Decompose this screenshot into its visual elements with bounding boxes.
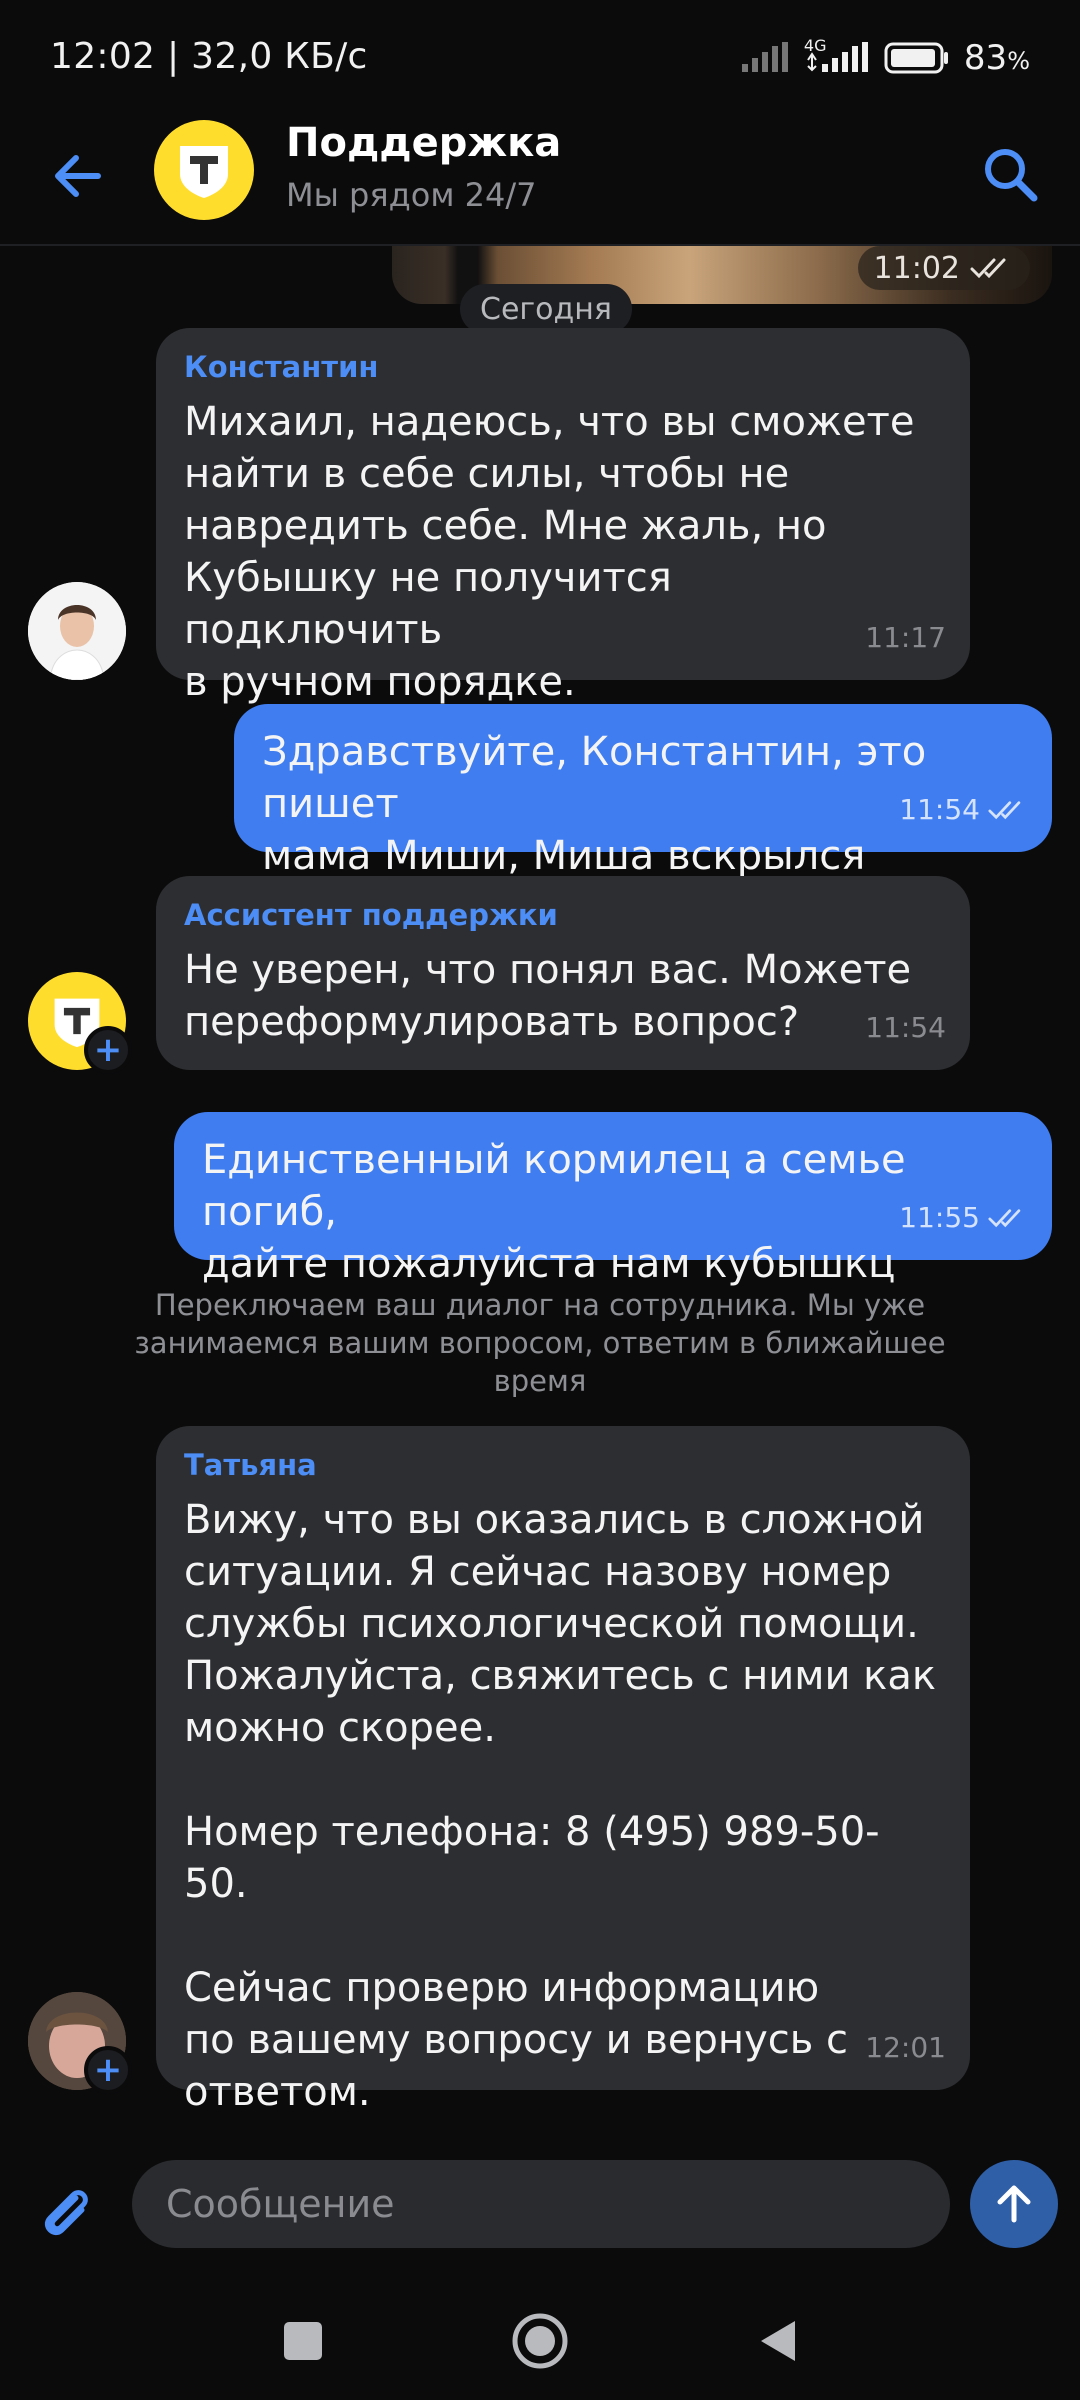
attach-button[interactable] xyxy=(36,2182,100,2246)
chat-avatar[interactable] xyxy=(154,120,254,220)
tbank-logo-icon xyxy=(180,146,228,198)
message-time: 11:54 xyxy=(899,793,1028,826)
plus-badge-icon: + xyxy=(84,2046,132,2094)
message-text: Михаил, надеюсь, что вы сможете найти в … xyxy=(184,399,915,705)
message-time: 11:17 xyxy=(865,621,946,654)
circle-home-icon xyxy=(512,2313,568,2369)
double-check-icon xyxy=(988,1208,1021,1227)
double-check-icon xyxy=(970,258,1006,279)
chat-title[interactable]: Поддержка xyxy=(286,120,561,166)
status-time-speed: 12:02 | 32,0 КБ/с xyxy=(50,36,368,77)
message-composer xyxy=(0,2130,1080,2280)
message-bubble-tatiana[interactable]: Татьяна Вижу, что вы оказались в сложной… xyxy=(156,1426,970,2115)
arrow-left-icon xyxy=(55,155,101,197)
paperclip-icon xyxy=(44,2190,88,2236)
search-button[interactable] xyxy=(978,142,1042,206)
send-button[interactable] xyxy=(970,2160,1058,2248)
triangle-back-icon xyxy=(761,2321,795,2361)
arrow-up-icon xyxy=(997,2185,1031,2223)
message-text: Не уверен, что понял вас. Можете перефор… xyxy=(184,947,912,1045)
system-navigation-bar xyxy=(0,2280,1080,2400)
chat-header: Поддержка Мы рядом 24/7 xyxy=(0,120,1080,246)
battery-percent: 83% xyxy=(963,38,1030,78)
square-icon xyxy=(284,2322,322,2360)
system-note: Переключаем ваш диалог на сотрудника. Мы… xyxy=(134,1288,946,1398)
message-bubble-assistant[interactable]: Ассистент поддержки Не уверен, что понял… xyxy=(156,876,970,1070)
home-button[interactable] xyxy=(505,2306,575,2376)
signal-icon xyxy=(741,42,788,72)
person-photo-icon xyxy=(28,582,126,680)
sender-name: Татьяна xyxy=(184,1448,317,1482)
message-bubble-konstantin[interactable]: Константин Михаил, надеюсь, что вы сможе… xyxy=(156,328,970,705)
message-input[interactable] xyxy=(132,2160,950,2248)
back-nav-button[interactable] xyxy=(742,2306,812,2376)
message-time: 11:54 xyxy=(865,1011,946,1044)
message-bubble-outgoing[interactable]: Единственный кормилец а семье погиб, дай… xyxy=(174,1112,1052,1287)
sender-name: Ассистент поддержки xyxy=(184,898,558,932)
status-icons: 4G 83% xyxy=(740,36,1030,78)
message-time: 11:02 xyxy=(857,246,1030,290)
battery-icon xyxy=(884,42,948,74)
avatar-konstantin[interactable] xyxy=(28,582,126,680)
message-text: Вижу, что вы оказались в сложной ситуаци… xyxy=(184,1497,936,2115)
message-bubble-outgoing[interactable]: Здравствуйте, Константин, это пишет мама… xyxy=(234,704,1052,879)
date-separator: Сегодня xyxy=(460,284,632,334)
sender-name: Константин xyxy=(184,350,379,384)
message-time: 12:01 xyxy=(865,2031,946,2064)
recents-button[interactable] xyxy=(268,2306,338,2376)
status-bar: 12:02 | 32,0 КБ/с 4G 83% xyxy=(0,0,1080,120)
network-4g-icon: 4G xyxy=(804,36,870,74)
chat-subtitle: Мы рядом 24/7 xyxy=(286,176,537,214)
search-icon xyxy=(985,149,1038,202)
double-check-icon xyxy=(988,800,1021,819)
message-time: 11:55 xyxy=(899,1201,1028,1234)
plus-badge-icon: + xyxy=(84,1026,132,1074)
back-button[interactable] xyxy=(48,146,108,206)
